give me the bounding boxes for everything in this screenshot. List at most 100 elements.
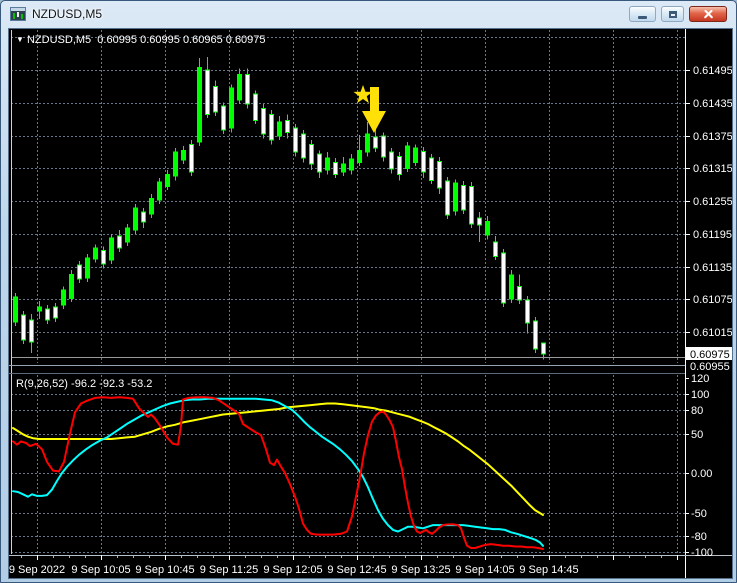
candle-bear xyxy=(533,320,538,350)
candle-bull xyxy=(125,227,130,243)
candle-bear xyxy=(541,342,546,355)
candle-bull xyxy=(93,247,98,260)
candle-bear xyxy=(285,119,290,133)
close-icon xyxy=(703,9,714,20)
price-edge-label: 0.60955 xyxy=(690,361,730,373)
header-symbol: NZDUSD,M5 xyxy=(26,34,92,46)
candle-bear xyxy=(517,285,522,301)
bid-price-label: 0.60975 xyxy=(690,349,730,361)
candle-bear xyxy=(245,73,250,105)
candle-bear xyxy=(381,135,386,158)
candle-bull xyxy=(157,181,162,201)
time-label: 9 Sep 10:45 xyxy=(135,564,194,576)
candle-bull xyxy=(325,157,330,171)
chart-canvas[interactable]: 0.61495 0.61435 0.61375 0.61315 0.61255 0.611… xyxy=(9,29,732,578)
candle-bear xyxy=(77,264,82,280)
price-label: 0.61315 xyxy=(693,163,732,175)
candle-bear xyxy=(253,93,258,121)
symbol-ohlc-header: ▼ NZDUSD,M5 0.60995 0.60995 0.60965 0.60… xyxy=(16,34,266,46)
indicator-level-label: 0.00 xyxy=(691,468,712,480)
candle-bear xyxy=(205,69,210,115)
indicator-level-label: -50 xyxy=(691,508,707,520)
header-low: 0.60965 xyxy=(182,34,223,46)
indicator-level-label: 50 xyxy=(691,429,703,441)
candle-bear xyxy=(493,241,498,257)
time-label: 9 Sep 12:45 xyxy=(327,564,386,576)
candle-bull xyxy=(277,121,282,137)
candle-bear xyxy=(293,127,298,153)
candle-bear xyxy=(213,85,218,113)
candle-bear xyxy=(309,143,314,165)
candle-bear xyxy=(469,185,474,225)
candle-bull xyxy=(173,151,178,177)
candle-bear xyxy=(421,150,426,173)
price-label: 0.61135 xyxy=(693,262,732,274)
time-label: 9 Sep 14:45 xyxy=(519,564,578,576)
indicator-level-label: 100 xyxy=(691,389,709,401)
candle-bear xyxy=(29,319,34,343)
window-controls xyxy=(629,6,727,22)
time-label: 9 Sep 12:05 xyxy=(263,564,322,576)
candle-bear xyxy=(477,217,482,226)
titlebar[interactable]: NZDUSD,M5 xyxy=(1,1,736,28)
candle-bear xyxy=(389,151,394,170)
candle-bear xyxy=(333,161,338,175)
indicator-values: -96.2 -92.3 -53.2 xyxy=(71,378,153,390)
close-button[interactable] xyxy=(689,6,727,22)
candle-bear xyxy=(53,306,58,319)
candle-bull xyxy=(197,66,202,143)
candle-bull xyxy=(165,173,170,187)
candle-bear xyxy=(317,153,322,173)
price-label: 0.61075 xyxy=(693,294,732,306)
indicator-label: R(9,26,52) -96.2 -92.3 -53.2 xyxy=(16,378,152,390)
candle-bull xyxy=(341,163,346,173)
time-label: 9 Sep 11:25 xyxy=(200,564,259,576)
candle-bull xyxy=(85,257,90,279)
candle-bear xyxy=(437,160,442,189)
indicator-level-label: -100 xyxy=(691,547,713,559)
candle-bull xyxy=(357,149,362,163)
candle-bear xyxy=(221,105,226,131)
candle-bull xyxy=(37,306,42,312)
candle-bull xyxy=(365,133,370,153)
minimize-button[interactable] xyxy=(629,6,656,22)
candle-bear xyxy=(525,299,530,324)
candle-bear xyxy=(397,155,402,175)
candle-bear xyxy=(373,136,378,149)
candle-bear xyxy=(269,113,274,141)
candle-bull xyxy=(13,296,18,323)
price-label: 0.61375 xyxy=(693,131,732,143)
candle-bear xyxy=(445,180,450,216)
candle-bull xyxy=(109,237,114,261)
indicator-level-label: -80 xyxy=(691,531,707,543)
candle-bull xyxy=(485,220,490,236)
candle-bear xyxy=(301,133,306,159)
indicator-name: R(9,26,52) xyxy=(16,378,68,390)
restore-icon xyxy=(668,10,677,18)
header-high: 0.60995 xyxy=(140,34,180,46)
candle-bull xyxy=(69,273,74,299)
indicator-level-label: 120 xyxy=(691,373,709,385)
candle-bear xyxy=(141,211,146,223)
candle-bear xyxy=(461,184,466,211)
chart-window-icon xyxy=(10,7,26,21)
price-label: 0.61255 xyxy=(693,196,732,208)
candle-bull xyxy=(349,158,354,171)
candle-bull xyxy=(149,197,154,215)
time-label: 9 Sep 14:05 xyxy=(455,564,514,576)
price-label: 0.61435 xyxy=(693,98,732,110)
candle-bull xyxy=(509,274,514,300)
price-label: 0.61495 xyxy=(693,65,732,77)
time-label: 9 Sep 2022 xyxy=(9,564,65,576)
candle-bull xyxy=(405,145,410,169)
candle-bear xyxy=(189,143,194,173)
header-open: 0.60995 xyxy=(97,34,138,46)
collapse-icon[interactable]: ▼ xyxy=(16,35,24,44)
candle-bear xyxy=(429,157,434,181)
candle-bull xyxy=(453,182,458,212)
candle-bull xyxy=(61,289,66,306)
price-label: 0.61195 xyxy=(693,229,732,241)
chart-client[interactable]: 0.61495 0.61435 0.61375 0.61315 0.61255 0.611… xyxy=(8,28,733,579)
restore-button[interactable] xyxy=(661,6,684,22)
candle-bear xyxy=(261,107,266,135)
